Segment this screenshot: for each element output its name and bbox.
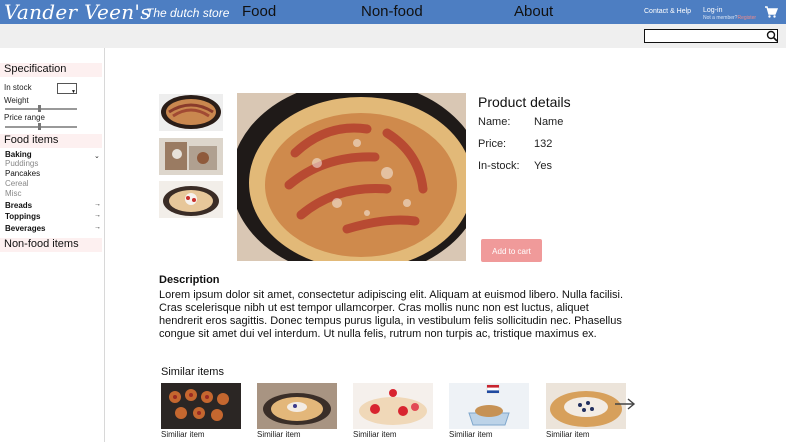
- description-heading: Description: [159, 274, 220, 286]
- category-breads[interactable]: Breads: [5, 201, 32, 210]
- non-food-section: Non-food items: [0, 238, 102, 252]
- similar-item-image[interactable]: [161, 383, 241, 429]
- price-range-label: Price range: [4, 113, 45, 122]
- subcategory-cereal[interactable]: Cereal: [5, 179, 29, 188]
- chevron-right-icon[interactable]: →: [94, 212, 101, 219]
- nav-food[interactable]: Food: [242, 3, 276, 20]
- contact-help-link[interactable]: Contact & Help: [644, 8, 691, 15]
- non-food-heading[interactable]: Non-food items: [4, 238, 79, 250]
- price-value: 132: [534, 138, 553, 150]
- similar-item-caption[interactable]: Similiar item: [546, 430, 590, 439]
- nav-non-food[interactable]: Non-food: [361, 3, 423, 20]
- category-baking[interactable]: Baking: [5, 150, 32, 159]
- category-beverages[interactable]: Beverages: [5, 224, 45, 233]
- brand-logo[interactable]: Vander Veen's: [4, 1, 151, 23]
- brand-tagline: The dutch store: [146, 6, 230, 20]
- similar-item-caption[interactable]: Similiar item: [161, 430, 205, 439]
- price-slider-handle[interactable]: [38, 123, 42, 130]
- product-main-image: [237, 93, 466, 261]
- nav-about[interactable]: About: [514, 3, 553, 20]
- product-thumbnail[interactable]: [159, 181, 223, 218]
- chevron-right-icon[interactable]: →: [94, 201, 101, 208]
- in-stock-label: In stock: [4, 83, 32, 92]
- name-value: Name: [534, 116, 564, 128]
- chevron-down-icon[interactable]: ⌄: [94, 152, 100, 160]
- arrow-right-icon[interactable]: [614, 397, 636, 411]
- category-toppings[interactable]: Toppings: [5, 212, 40, 221]
- search-icon[interactable]: [766, 30, 778, 42]
- name-label: Name:: [478, 116, 511, 128]
- login-link[interactable]: Log-in: [703, 7, 722, 14]
- register-prompt: Not a member?Register: [703, 15, 756, 21]
- description-text: Lorem ipsum dolor sit amet, consectetur …: [159, 289, 624, 340]
- stock-value: Yes: [534, 160, 552, 172]
- member-prefix: Not a member?: [703, 15, 738, 21]
- similar-items-heading: Similar items: [161, 366, 224, 378]
- weight-slider[interactable]: [5, 105, 77, 112]
- weight-label: Weight: [4, 96, 29, 105]
- similar-item-caption[interactable]: Similiar item: [257, 430, 301, 439]
- product-details-title: Product details: [478, 94, 571, 110]
- product-thumbnail[interactable]: [159, 138, 223, 175]
- weight-slider-handle[interactable]: [38, 105, 42, 112]
- shopping-cart-icon[interactable]: [764, 5, 778, 19]
- specification-heading: Specification: [4, 63, 67, 75]
- subcategory-misc[interactable]: Misc: [5, 189, 21, 198]
- similar-item-image[interactable]: [449, 383, 529, 429]
- product-thumbnail[interactable]: [159, 94, 223, 131]
- stock-label: In-stock:: [478, 160, 520, 172]
- price-label: Price:: [478, 138, 507, 150]
- add-to-cart-button[interactable]: Add to cart: [481, 239, 542, 262]
- chevron-down-icon: ▼: [71, 89, 76, 95]
- search-input[interactable]: [644, 29, 778, 43]
- subcategory-pancakes[interactable]: Pancakes: [5, 169, 40, 178]
- similar-item-image[interactable]: [353, 383, 433, 429]
- similar-item-image[interactable]: [257, 383, 337, 429]
- subcategory-puddings[interactable]: Puddings: [5, 159, 38, 168]
- food-items-heading[interactable]: Food items: [4, 134, 58, 146]
- specification-section: Specification: [0, 63, 102, 77]
- food-items-section: Food items: [0, 134, 102, 148]
- register-link[interactable]: Register: [737, 15, 756, 21]
- similar-item-caption[interactable]: Similiar item: [449, 430, 493, 439]
- similar-item-caption[interactable]: Similiar item: [353, 430, 397, 439]
- price-range-slider[interactable]: [5, 123, 77, 130]
- chevron-right-icon[interactable]: →: [94, 224, 101, 231]
